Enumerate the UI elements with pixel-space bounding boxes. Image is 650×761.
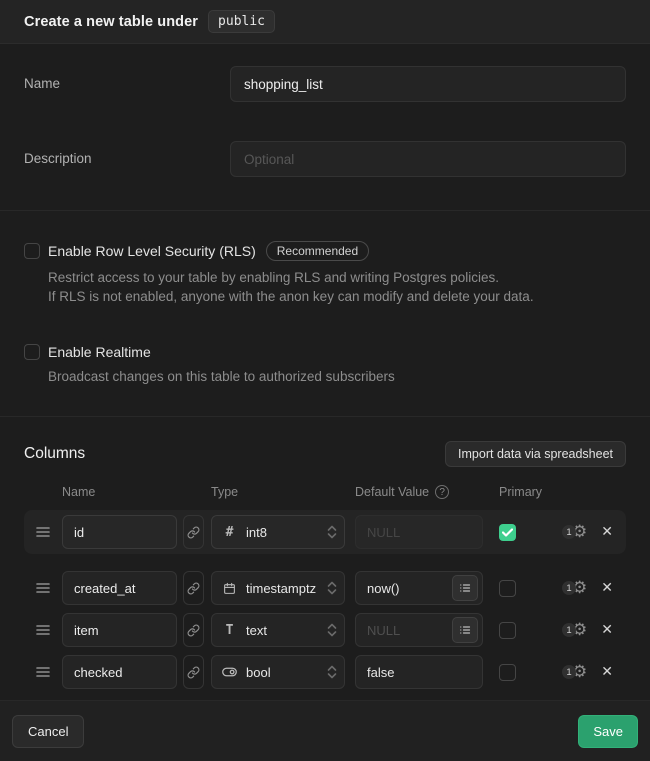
table-description-input[interactable] bbox=[230, 141, 626, 177]
save-button[interactable]: Save bbox=[578, 715, 638, 748]
rls-block: Enable Row Level Security (RLS) Recommen… bbox=[24, 241, 626, 306]
columns-section: Columns Import data via spreadsheet Name… bbox=[0, 417, 650, 700]
default-value-field[interactable]: now() bbox=[355, 571, 483, 605]
settings-count-badge: 1 bbox=[562, 665, 576, 679]
column-settings-button[interactable]: 1 ⚙ bbox=[562, 664, 587, 681]
settings-count-badge: 1 bbox=[562, 623, 576, 637]
dialog-footer: Cancel Save bbox=[0, 700, 650, 761]
realtime-description: Broadcast changes on this table to autho… bbox=[48, 367, 626, 386]
basic-info-section: Name Description bbox=[0, 44, 650, 211]
toggle-icon bbox=[222, 667, 237, 677]
header-type: Type bbox=[211, 485, 355, 499]
table-row: bool false 1 ⚙ ✕ bbox=[24, 654, 626, 690]
primary-key-checkbox[interactable] bbox=[499, 622, 516, 639]
rls-description: Restrict access to your table by enablin… bbox=[48, 268, 626, 306]
default-value-field[interactable]: NULL bbox=[355, 515, 483, 549]
default-value-text: NULL bbox=[367, 623, 452, 638]
chevron-up-down-icon bbox=[327, 665, 337, 679]
text-type-icon: T bbox=[222, 623, 237, 638]
name-row: Name bbox=[24, 66, 626, 102]
header-default-value: Default Value bbox=[355, 485, 429, 499]
drag-handle-icon[interactable] bbox=[36, 666, 50, 678]
dialog-title: Create a new table under bbox=[24, 14, 198, 30]
header-name: Name bbox=[62, 485, 211, 499]
table-name-input[interactable] bbox=[230, 66, 626, 102]
calendar-icon bbox=[222, 582, 237, 595]
column-type-select[interactable]: bool bbox=[211, 655, 345, 689]
create-table-dialog: Create a new table under public Name Des… bbox=[0, 0, 650, 761]
primary-key-checkbox[interactable] bbox=[499, 524, 516, 541]
column-type-select[interactable]: # int8 bbox=[211, 515, 345, 549]
column-type-label: text bbox=[246, 623, 318, 638]
schema-badge: public bbox=[208, 10, 275, 33]
column-name-input[interactable] bbox=[62, 613, 177, 647]
default-value-text: NULL bbox=[367, 525, 478, 540]
delete-column-icon[interactable]: ✕ bbox=[601, 525, 613, 539]
column-type-label: timestamptz bbox=[246, 581, 318, 596]
settings-count-badge: 1 bbox=[562, 525, 576, 539]
chevron-up-down-icon bbox=[327, 525, 337, 539]
help-icon[interactable]: ? bbox=[435, 485, 449, 499]
chevron-up-down-icon bbox=[327, 623, 337, 637]
chevron-up-down-icon bbox=[327, 581, 337, 595]
column-settings-button[interactable]: 1 ⚙ bbox=[562, 622, 587, 639]
drag-handle-icon[interactable] bbox=[36, 582, 50, 594]
default-value-field[interactable]: NULL bbox=[355, 613, 483, 647]
toggles-section: Enable Row Level Security (RLS) Recommen… bbox=[0, 211, 650, 417]
column-name-input[interactable] bbox=[62, 571, 177, 605]
table-row: # int8 NULL 1 ⚙ ✕ bbox=[24, 510, 626, 554]
settings-count-badge: 1 bbox=[562, 581, 576, 595]
suggestions-list-icon[interactable] bbox=[452, 617, 478, 643]
default-value-field[interactable]: false bbox=[355, 655, 483, 689]
foreign-key-link-icon[interactable] bbox=[183, 571, 204, 605]
name-label: Name bbox=[24, 66, 230, 91]
column-name-input[interactable] bbox=[62, 515, 177, 549]
dialog-header: Create a new table under public bbox=[0, 0, 650, 44]
hash-icon: # bbox=[222, 525, 237, 540]
foreign-key-link-icon[interactable] bbox=[183, 515, 204, 549]
foreign-key-link-icon[interactable] bbox=[183, 613, 204, 647]
rls-title: Enable Row Level Security (RLS) bbox=[48, 243, 256, 259]
rls-checkbox[interactable] bbox=[24, 243, 40, 259]
foreign-key-link-icon[interactable] bbox=[183, 655, 204, 689]
primary-key-checkbox[interactable] bbox=[499, 664, 516, 681]
realtime-block: Enable Realtime Broadcast changes on thi… bbox=[24, 344, 626, 386]
column-type-label: int8 bbox=[246, 525, 318, 540]
default-value-text: now() bbox=[367, 581, 452, 596]
delete-column-icon[interactable]: ✕ bbox=[601, 665, 613, 679]
column-rows: # int8 NULL 1 ⚙ ✕ bbox=[24, 510, 626, 690]
column-settings-button[interactable]: 1 ⚙ bbox=[562, 580, 587, 597]
primary-key-checkbox[interactable] bbox=[499, 580, 516, 597]
column-name-input[interactable] bbox=[62, 655, 177, 689]
description-row: Description bbox=[24, 141, 626, 177]
delete-column-icon[interactable]: ✕ bbox=[601, 581, 613, 595]
recommended-badge: Recommended bbox=[266, 241, 369, 261]
column-settings-button[interactable]: 1 ⚙ bbox=[562, 524, 587, 541]
default-value-text: false bbox=[367, 665, 478, 680]
cancel-button[interactable]: Cancel bbox=[12, 715, 84, 748]
drag-handle-icon[interactable] bbox=[36, 526, 50, 538]
column-type-select[interactable]: T text bbox=[211, 613, 345, 647]
column-table-headers: Name Type Default Value ? Primary bbox=[24, 485, 626, 499]
table-row: timestamptz now() 1 ⚙ ✕ bbox=[24, 570, 626, 606]
realtime-title: Enable Realtime bbox=[48, 344, 151, 360]
header-primary: Primary bbox=[499, 485, 542, 499]
import-spreadsheet-button[interactable]: Import data via spreadsheet bbox=[445, 441, 626, 467]
drag-handle-icon[interactable] bbox=[36, 624, 50, 636]
column-type-select[interactable]: timestamptz bbox=[211, 571, 345, 605]
realtime-checkbox[interactable] bbox=[24, 344, 40, 360]
columns-title: Columns bbox=[24, 445, 85, 463]
delete-column-icon[interactable]: ✕ bbox=[601, 623, 613, 637]
table-row: T text NULL 1 ⚙ ✕ bbox=[24, 612, 626, 648]
column-type-label: bool bbox=[246, 665, 318, 680]
description-label: Description bbox=[24, 141, 230, 166]
suggestions-list-icon[interactable] bbox=[452, 575, 478, 601]
